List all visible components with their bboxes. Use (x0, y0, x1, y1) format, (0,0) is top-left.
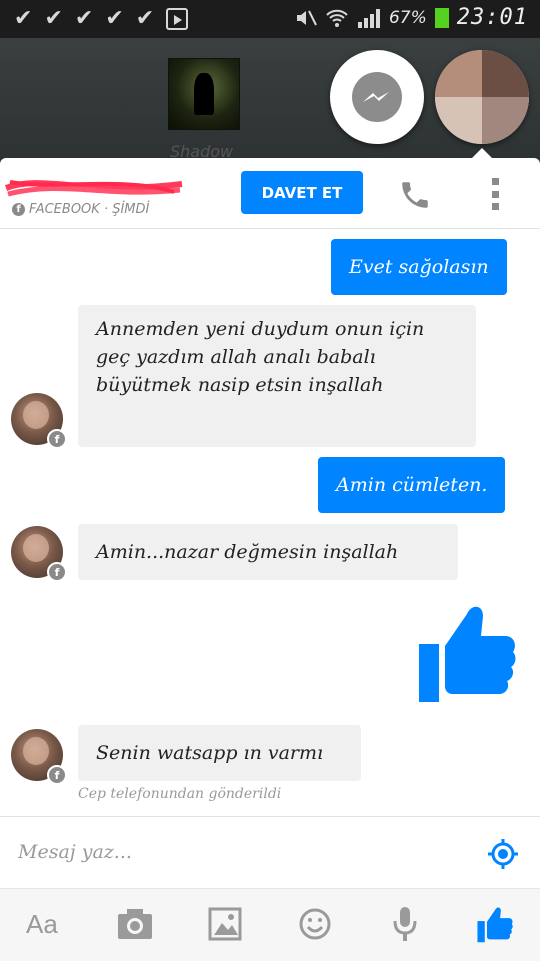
mute-icon (296, 10, 317, 25)
message-composer (0, 816, 540, 889)
text-format-button[interactable]: Aa (26, 905, 58, 943)
facebook-badge-icon: f (47, 429, 67, 449)
facebook-badge-icon: f (47, 562, 67, 582)
message-incoming[interactable]: Annemden yeni duydum onun için geç yazdı… (78, 305, 476, 447)
check-icon: ✔ (14, 6, 33, 31)
background-app-thumbnail (168, 58, 240, 130)
message-outgoing[interactable]: Amin cümleten. (318, 457, 506, 513)
message-incoming[interactable]: Amin...nazar değmesin inşallah (78, 524, 458, 580)
subtitle-text: FACEBOOK · ŞİMDİ (29, 202, 150, 217)
chat-panel: f FACEBOOK · ŞİMDİ DAVET ET Evet sağolas… (0, 158, 540, 961)
facebook-badge-icon: f (47, 765, 67, 785)
phone-call-icon[interactable] (398, 178, 432, 212)
wifi-icon (326, 9, 348, 27)
like-button-icon[interactable] (474, 905, 516, 943)
camera-icon[interactable] (116, 905, 154, 943)
location-icon[interactable] (488, 839, 518, 869)
like-sticker-icon[interactable] (417, 600, 517, 704)
system-icons: 67% 23:01 (295, 5, 528, 30)
messenger-chat-head[interactable] (330, 50, 424, 144)
photo-tile (482, 50, 529, 97)
chat-header: f FACEBOOK · ŞİMDİ DAVET ET (0, 158, 540, 229)
play-store-icon (166, 8, 189, 30)
battery-icon (434, 7, 449, 28)
status-bar: ✔ ✔ ✔ ✔ ✔ 67% 23:01 (0, 0, 540, 38)
photo-tile (435, 97, 482, 144)
facebook-icon: f (12, 203, 25, 216)
gallery-icon[interactable] (208, 905, 242, 943)
ninja-figure (194, 73, 214, 115)
message-input[interactable] (16, 831, 460, 873)
more-options-icon[interactable] (492, 178, 500, 210)
clock: 23:01 (456, 5, 528, 30)
contact-subtitle: f FACEBOOK · ŞİMDİ (12, 202, 149, 217)
message-outgoing[interactable]: Evet sağolasın (331, 239, 507, 295)
composer-toolbar: Aa (0, 888, 540, 961)
check-icon: ✔ (44, 6, 63, 31)
contact-chat-head[interactable] (435, 50, 529, 144)
sent-from-mobile-note: Cep telefonundan gönderildi (78, 786, 282, 802)
invite-button[interactable]: DAVET ET (241, 171, 363, 214)
message-incoming[interactable]: Senin watsapp ın varmı (78, 725, 361, 781)
photo-tile (435, 50, 482, 97)
photo-tile (482, 97, 529, 144)
redacted-name (4, 180, 183, 197)
messenger-icon (352, 72, 402, 122)
check-icon: ✔ (105, 6, 124, 31)
emoji-icon[interactable] (298, 905, 332, 943)
microphone-icon[interactable] (392, 905, 418, 943)
notification-icons: ✔ ✔ ✔ ✔ ✔ (14, 6, 189, 31)
battery-percent: 67% (388, 7, 427, 28)
check-icon: ✔ (135, 6, 155, 31)
signal-icon (357, 8, 380, 28)
check-icon: ✔ (74, 6, 94, 31)
